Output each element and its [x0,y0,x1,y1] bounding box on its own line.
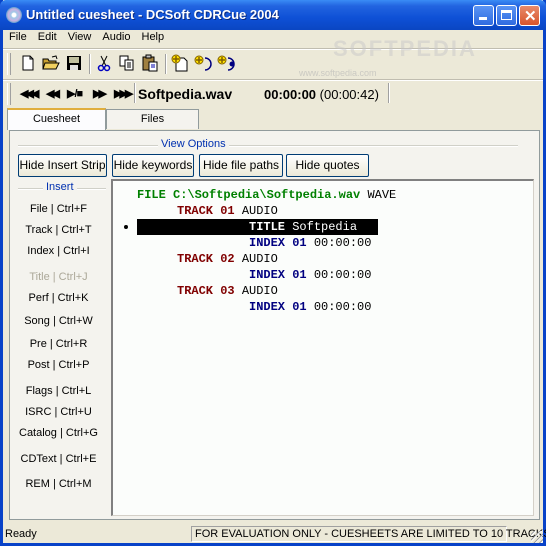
track-keyword: TRACK 02 [177,252,235,266]
menu-edit[interactable]: Edit [32,30,62,43]
cuesheet-editor[interactable]: FILE C:\Softpedia\Softpedia.wav WAVE TRA… [111,179,534,516]
index-time: 00:00:00 [313,300,372,314]
cue-line-index[interactable]: INDEX 01 00:00:00 [249,267,371,283]
player-toolbar: ◀◀◀ ◀◀ ▶/■ ▶▶ ▶▶▶ Softpedia.wav 00:00:00… [7,81,390,107]
cue-line-track[interactable]: TRACK 03 AUDIO [177,283,278,299]
audio-duration: (00:00:42) [319,87,379,102]
close-icon: ✕ [524,8,537,25]
play-stop-button[interactable]: ▶/■ [67,87,83,100]
paste-icon[interactable] [141,54,159,72]
index-time: 00:00:00 [313,236,372,250]
add-track-icon[interactable] [217,54,235,72]
minimize-button[interactable] [473,5,494,26]
menu-view[interactable]: View [62,30,97,43]
app-window: Untitled cuesheet - DCSoft CDRCue 2004 ✕… [0,0,546,546]
skip-to-start-button[interactable]: ◀◀◀ [20,87,39,100]
current-line-marker [124,225,128,229]
cue-line-file[interactable]: FILE C:\Softpedia\Softpedia.wav WAVE [137,187,396,203]
tab-cuesheet[interactable]: Cuesheet [7,108,106,130]
toolbar-separator [89,54,91,74]
status-text: Ready [5,528,37,540]
insert-rem[interactable]: REM | Ctrl+M [10,478,107,490]
insert-post[interactable]: Post | Ctrl+P [10,359,107,371]
index-keyword: INDEX 01 [249,300,307,314]
track-type: AUDIO [241,204,278,218]
title-bar[interactable]: Untitled cuesheet - DCSoft CDRCue 2004 ✕ [0,0,546,30]
track-keyword: TRACK 01 [177,204,235,218]
hide-insert-strip-button[interactable]: Hide Insert Strip [18,154,107,177]
insert-song[interactable]: Song | Ctrl+W [10,315,107,327]
cue-line-track[interactable]: TRACK 01 AUDIO [177,203,278,219]
cue-line-index[interactable]: INDEX 01 00:00:00 [249,235,371,251]
player-end-separator [388,83,390,103]
new-cuesheet-icon[interactable] [171,54,189,72]
insert-perf[interactable]: Perf | Ctrl+K [10,292,107,304]
cue-line-index[interactable]: INDEX 01 00:00:00 [249,299,371,315]
insert-title[interactable]: Title | Ctrl+J [10,271,107,283]
insert-isrc[interactable]: ISRC | Ctrl+U [10,406,107,418]
toolbar-grip[interactable] [7,53,11,75]
open-folder-icon[interactable] [42,54,60,72]
toolbar-separator [165,54,167,74]
close-button[interactable]: ✕ [519,5,540,26]
maximize-button[interactable] [496,5,517,26]
cuesheet-panel: View Options Hide Insert Strip Hide keyw… [9,130,540,520]
insert-track[interactable]: Track | Ctrl+T [10,224,107,236]
new-document-icon[interactable] [19,54,37,72]
title-value: Softpedia [292,220,358,234]
current-audio-file: Softpedia.wav [138,86,233,102]
menu-file[interactable]: File [3,30,32,43]
index-keyword: INDEX 01 [249,268,307,282]
watermark-url: www.softpedia.com [299,68,377,78]
hide-keywords-button[interactable]: Hide keywords [112,154,194,177]
watermark: SOFTPEDIA [333,36,477,61]
rewind-button[interactable]: ◀◀ [46,87,60,100]
playback-position: 00:00:00 [264,87,317,102]
track-keyword: TRACK 03 [177,284,235,298]
playback-time: 00:00:00 (00:00:42) [264,87,379,102]
insert-cdtext[interactable]: CDText | Ctrl+E [10,453,107,465]
player-grip[interactable] [7,83,11,105]
view-options-groupline [18,145,518,147]
file-type: WAVE [367,188,397,202]
resize-grip[interactable] [531,531,543,543]
insert-label: Insert [43,181,77,193]
fast-forward-button[interactable]: ▶▶ [93,87,107,100]
index-time: 00:00:00 [313,268,372,282]
skip-to-end-button[interactable]: ▶▶▶ [114,87,133,100]
file-keyword: FILE C:\Softpedia\Softpedia.wav [137,188,361,202]
insert-catalog[interactable]: Catalog | Ctrl+G [10,427,107,439]
cut-icon[interactable] [95,54,113,72]
app-cd-icon [6,7,22,23]
title-keyword: TITLE [249,220,286,234]
index-keyword: INDEX 01 [249,236,307,250]
save-icon[interactable] [65,54,83,72]
insert-file[interactable]: File | Ctrl+F [10,203,107,215]
evaluation-notice: FOR EVALUATION ONLY - CUESHEETS ARE LIMI… [191,526,546,542]
minimize-icon [479,17,487,20]
track-type: AUDIO [241,284,278,298]
menu-audio[interactable]: Audio [96,30,135,43]
cue-line-title-selected[interactable]: TITLE Softpedia [124,219,378,235]
window-title: Untitled cuesheet - DCSoft CDRCue 2004 [26,7,279,22]
view-options-label: View Options [158,138,229,150]
add-file-icon[interactable] [194,54,212,72]
track-type: AUDIO [241,252,278,266]
cue-line-track[interactable]: TRACK 02 AUDIO [177,251,278,267]
player-separator [134,83,136,103]
insert-flags[interactable]: Flags | Ctrl+L [10,385,107,397]
tab-files[interactable]: Files [106,109,199,129]
copy-icon[interactable] [118,54,136,72]
maximize-icon [501,10,512,20]
insert-pre[interactable]: Pre | Ctrl+R [10,338,107,350]
insert-index[interactable]: Index | Ctrl+I [10,245,107,257]
hide-quotes-button[interactable]: Hide quotes [286,154,369,177]
menu-help[interactable]: Help [136,30,170,43]
status-bar: Ready FOR EVALUATION ONLY - CUESHEETS AR… [3,525,546,543]
hide-file-paths-button[interactable]: Hide file paths [199,154,283,177]
